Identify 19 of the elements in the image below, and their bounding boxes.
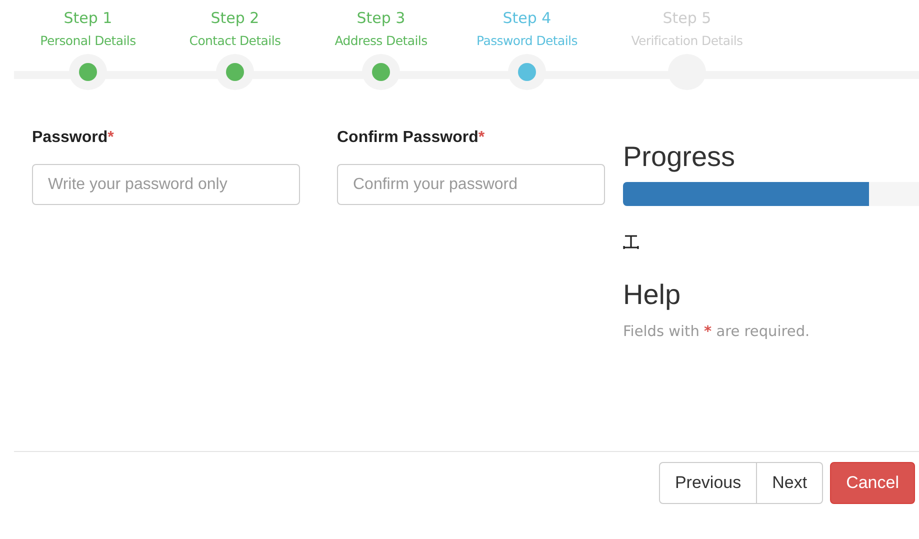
password-field[interactable]: Write your password only (32, 164, 300, 205)
step-label: Password Details (476, 32, 578, 50)
step-number: Step 2 (210, 8, 260, 28)
progress-title: Progress (623, 140, 736, 174)
password-field[interactable]: Confirm your password (337, 164, 605, 205)
help-text: Fields with * are required. (623, 324, 810, 340)
field-label: Password* (32, 128, 115, 148)
nav-button[interactable]: Previous (658, 462, 758, 504)
nav-button[interactable]: Next (757, 462, 824, 504)
step-number: Step 1 (64, 8, 112, 28)
text-cursor-icon (623, 234, 639, 250)
step-label: Personal Details (40, 32, 136, 50)
step-number: Step 3 (356, 8, 406, 28)
cancel-button[interactable]: Cancel (830, 462, 915, 504)
field-label: Confirm Password* (337, 128, 486, 148)
step-label: Contact Details (189, 32, 281, 50)
help-title: Help (623, 278, 681, 312)
step-label: Address Details (334, 32, 428, 50)
step-number: Step 4 (502, 8, 552, 28)
